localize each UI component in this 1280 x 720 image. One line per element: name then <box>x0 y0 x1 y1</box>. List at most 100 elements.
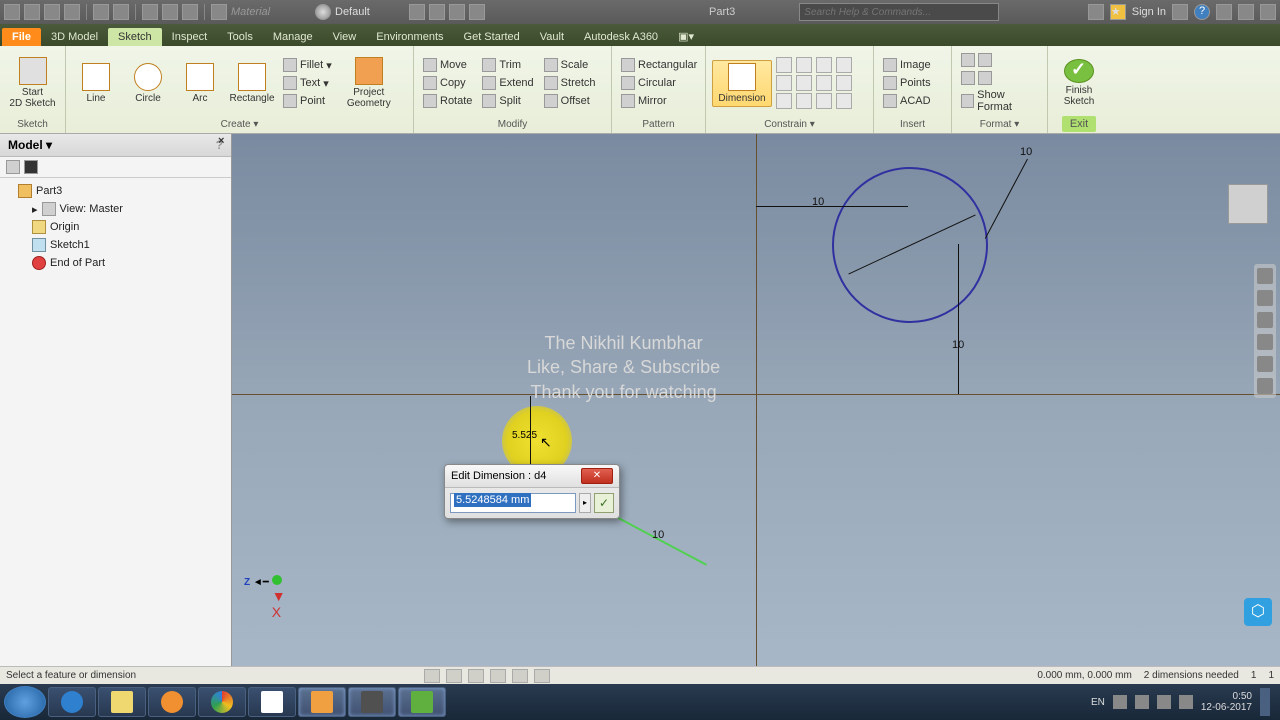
status-icon-3[interactable] <box>468 669 484 683</box>
tree-origin[interactable]: Origin <box>4 218 227 236</box>
constraint-tangent-icon[interactable] <box>776 93 792 109</box>
rotate-button[interactable]: Rotate <box>420 93 475 109</box>
panel-title-format[interactable]: Format ▾ <box>958 118 1041 131</box>
constraint-vertical-icon[interactable] <box>836 75 852 91</box>
tab-extra-icon[interactable]: ▣▾ <box>668 27 704 46</box>
nav-pan-icon[interactable] <box>1257 312 1273 328</box>
canvas[interactable]: The Nikhil Kumbhar Like, Share & Subscri… <box>232 134 1280 684</box>
tree-view[interactable]: ▸View: Master <box>4 200 227 218</box>
dimension-input[interactable]: 5.5248584 mm <box>450 493 576 513</box>
tab-environments[interactable]: Environments <box>366 28 453 46</box>
browser-close-icon[interactable]: × <box>218 135 224 147</box>
circle-button[interactable]: Circle <box>124 61 172 106</box>
tray-volume-icon[interactable] <box>1157 695 1171 709</box>
constraint-smooth-icon[interactable] <box>796 93 812 109</box>
filter-icon[interactable] <box>6 160 20 174</box>
tab-file[interactable]: File <box>2 28 41 46</box>
status-icon-1[interactable] <box>424 669 440 683</box>
panel-title-create[interactable]: Create ▾ <box>72 118 407 131</box>
finish-sketch-button[interactable]: Finish Sketch <box>1054 57 1104 109</box>
undo-icon[interactable] <box>93 4 109 20</box>
nav-zoom-icon[interactable] <box>1257 334 1273 350</box>
text-button[interactable]: Text ▾ <box>280 75 335 91</box>
format-btn-2[interactable] <box>958 70 1041 86</box>
trim-button[interactable]: Trim <box>479 57 536 73</box>
copy-button[interactable]: Copy <box>420 75 475 91</box>
format-btn-1[interactable] <box>958 52 1041 68</box>
nav-home-icon[interactable] <box>1257 268 1273 284</box>
open-icon[interactable] <box>44 4 60 20</box>
fx-icon[interactable] <box>449 4 465 20</box>
dim-label-top[interactable]: 10 <box>1020 146 1032 158</box>
signin-link[interactable]: Sign In <box>1132 6 1166 18</box>
dim-label-v[interactable]: 10 <box>952 339 964 351</box>
view-cube[interactable] <box>1228 184 1268 224</box>
dim-label-h[interactable]: 10 <box>812 196 824 208</box>
tab-tools[interactable]: Tools <box>217 28 263 46</box>
app-icon[interactable] <box>4 4 20 20</box>
tab-sketch[interactable]: Sketch <box>108 28 162 46</box>
home-icon[interactable] <box>142 4 158 20</box>
rectangle-button[interactable]: Rectangle <box>228 61 276 106</box>
dimension-button[interactable]: Dimension <box>712 60 772 107</box>
show-format-button[interactable]: Show Format <box>958 88 1041 114</box>
offset-button[interactable]: Offset <box>541 93 599 109</box>
close-window-icon[interactable] <box>1260 4 1276 20</box>
fillet-button[interactable]: Fillet ▾ <box>280 57 335 73</box>
constraint-horizontal-icon[interactable] <box>816 75 832 91</box>
show-desktop-button[interactable] <box>1260 688 1270 716</box>
task-notepad[interactable] <box>248 687 296 717</box>
tree-end-of-part[interactable]: End of Part <box>4 254 227 272</box>
qat-icon-1[interactable] <box>409 4 425 20</box>
tray-lang[interactable]: EN <box>1091 697 1105 708</box>
tray-network-icon[interactable] <box>1135 695 1149 709</box>
tab-a360[interactable]: Autodesk A360 <box>574 28 668 46</box>
mirror-button[interactable]: Mirror <box>618 93 700 109</box>
scale-button[interactable]: Scale <box>541 57 599 73</box>
line-button[interactable]: Line <box>72 61 120 106</box>
home-alt-icon[interactable] <box>162 4 178 20</box>
status-icon-5[interactable] <box>512 669 528 683</box>
tray-flag-icon[interactable] <box>1113 695 1127 709</box>
tree-sketch1[interactable]: Sketch1 <box>4 236 227 254</box>
appearance-dropdown[interactable]: Default <box>335 6 405 18</box>
acad-button[interactable]: ACAD <box>880 93 934 109</box>
tab-get-started[interactable]: Get Started <box>454 28 530 46</box>
start-2d-sketch-button[interactable]: Start 2D Sketch <box>6 55 59 111</box>
task-chrome[interactable] <box>198 687 246 717</box>
constraint-coincident-icon[interactable] <box>776 57 792 73</box>
extend-button[interactable]: Extend <box>479 75 536 91</box>
constraint-equal-icon[interactable] <box>836 93 852 109</box>
dialog-close-button[interactable]: ✕ <box>581 468 613 484</box>
material-icon[interactable] <box>211 4 227 20</box>
status-icon-4[interactable] <box>490 669 506 683</box>
constraint-collinear-icon[interactable] <box>796 57 812 73</box>
qat-icon-2[interactable] <box>429 4 445 20</box>
task-media[interactable] <box>148 687 196 717</box>
tab-3d-model[interactable]: 3D Model <box>41 28 108 46</box>
stretch-button[interactable]: Stretch <box>541 75 599 91</box>
material-dropdown[interactable]: Material <box>231 6 311 18</box>
status-icon-2[interactable] <box>446 669 462 683</box>
tray-battery-icon[interactable] <box>1179 695 1193 709</box>
nav-lookat-icon[interactable] <box>1257 378 1273 394</box>
tab-inspect[interactable]: Inspect <box>162 28 217 46</box>
arc-button[interactable]: Arc <box>176 61 224 106</box>
circular-pattern-button[interactable]: Circular <box>618 75 700 91</box>
points-button[interactable]: Points <box>880 75 934 91</box>
tab-view[interactable]: View <box>323 28 367 46</box>
image-button[interactable]: Image <box>880 57 934 73</box>
appearance-sphere-icon[interactable] <box>315 4 331 20</box>
qat-icon-3[interactable] <box>469 4 485 20</box>
constraint-fix-icon[interactable] <box>836 57 852 73</box>
tray-clock[interactable]: 0:50 12-06-2017 <box>1201 691 1252 713</box>
maximize-icon[interactable] <box>1238 4 1254 20</box>
binoculars-icon[interactable] <box>24 160 38 174</box>
nav-wheel-icon[interactable] <box>1257 290 1273 306</box>
task-explorer[interactable] <box>98 687 146 717</box>
constraint-symmetric-icon[interactable] <box>816 93 832 109</box>
move-button[interactable]: Move <box>420 57 475 73</box>
minimize-icon[interactable] <box>1216 4 1232 20</box>
save-icon[interactable] <box>64 4 80 20</box>
search-input[interactable] <box>799 3 999 21</box>
